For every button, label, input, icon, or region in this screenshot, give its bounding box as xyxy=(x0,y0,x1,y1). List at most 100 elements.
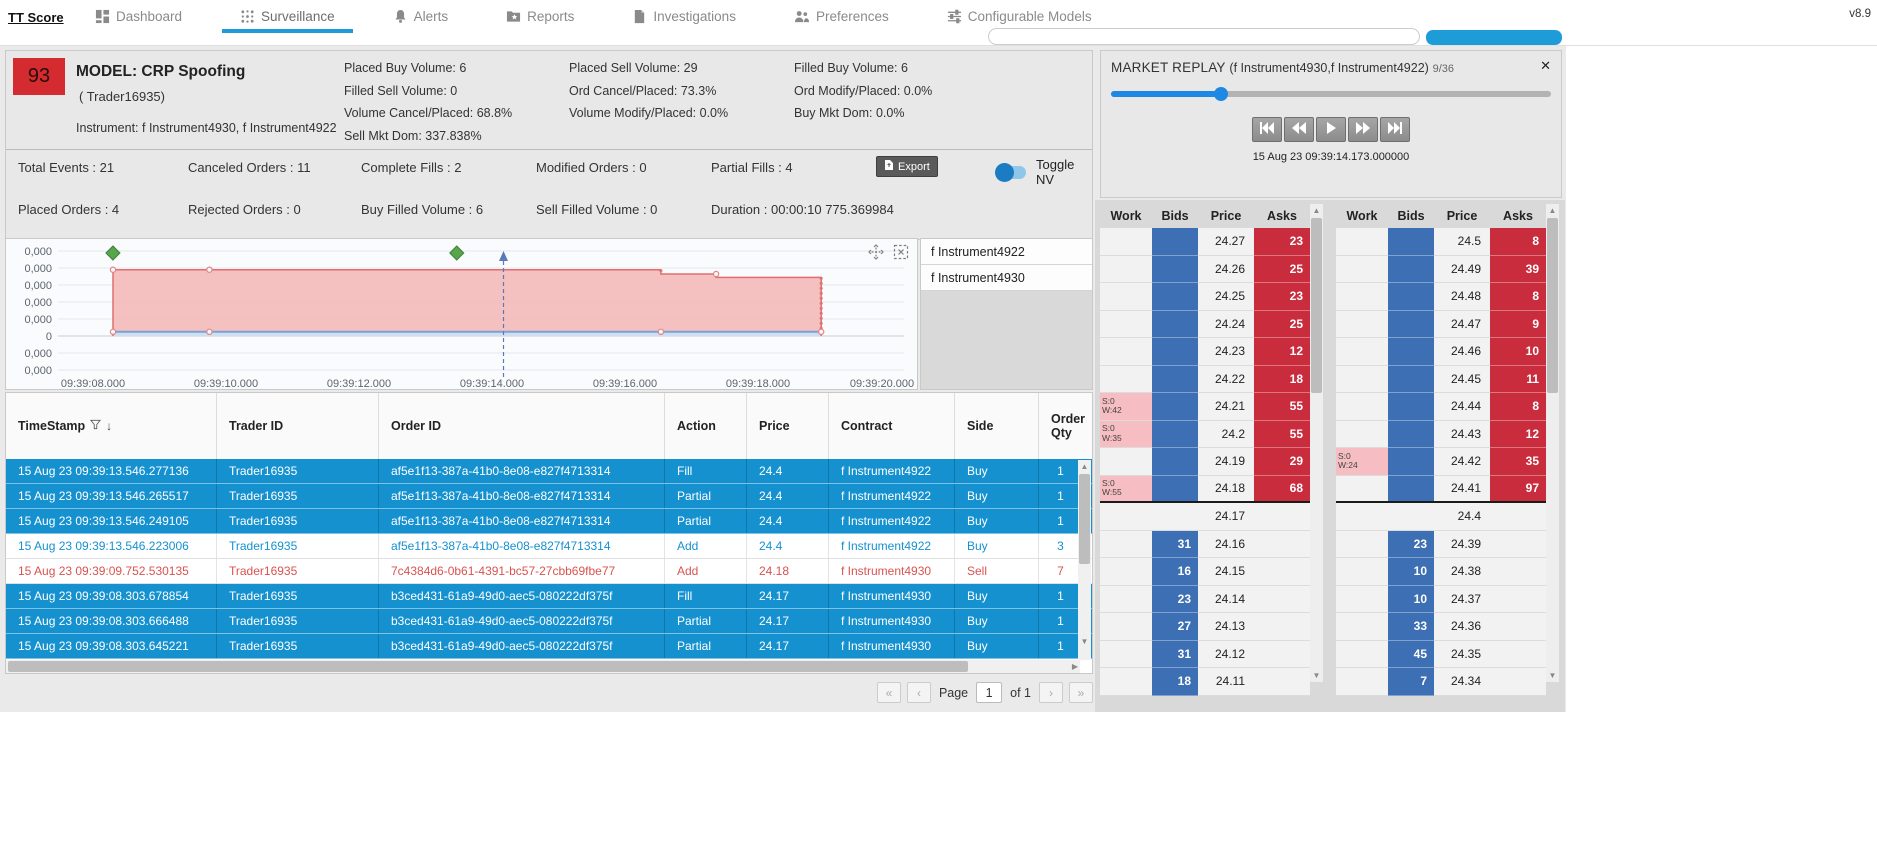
ladder-ask-cell[interactable] xyxy=(1254,668,1310,696)
ladder-price-cell[interactable]: 24.43 xyxy=(1434,421,1490,449)
ladder-ask-cell[interactable] xyxy=(1254,586,1310,614)
table-row[interactable]: 15 Aug 23 09:39:13.546.249105Trader16935… xyxy=(6,509,1092,534)
ladder-bid-cell[interactable]: 10 xyxy=(1388,586,1434,614)
ladder-bid-cell[interactable]: 18 xyxy=(1152,668,1198,696)
ladder-ask-cell[interactable] xyxy=(1254,613,1310,641)
ladder-bid-cell[interactable] xyxy=(1388,228,1434,256)
ladder-row[interactable]: 24.58 xyxy=(1336,228,1546,256)
ladder-bid-cell[interactable] xyxy=(1388,256,1434,284)
ladder-row[interactable]: 1824.11 xyxy=(1100,668,1310,696)
table-header-action[interactable]: Action xyxy=(664,393,746,459)
scroll-down-icon[interactable]: ▼ xyxy=(1310,669,1323,682)
scroll-up-icon[interactable]: ▲ xyxy=(1546,204,1559,217)
ladder-row[interactable]: 724.34 xyxy=(1336,668,1546,696)
ladder-bid-cell[interactable] xyxy=(1388,311,1434,339)
top-blue-button[interactable] xyxy=(1426,30,1562,45)
ladder-row[interactable]: 24.479 xyxy=(1336,311,1546,339)
nav-tab-dashboard[interactable]: Dashboard xyxy=(95,0,182,33)
ladder-row[interactable]: 24.4511 xyxy=(1336,366,1546,394)
ladder-ask-cell[interactable] xyxy=(1490,586,1546,614)
top-search-input[interactable] xyxy=(988,28,1420,45)
ladder-bid-cell[interactable] xyxy=(1152,421,1198,449)
ladder-ask-cell[interactable] xyxy=(1254,531,1310,559)
ladder-price-cell[interactable]: 24.34 xyxy=(1434,668,1490,696)
ladder-row[interactable]: 24.2218 xyxy=(1100,366,1310,394)
table-row[interactable]: 15 Aug 23 09:39:09.752.530135Trader16935… xyxy=(6,559,1092,584)
ladder-bid-cell[interactable]: 7 xyxy=(1388,668,1434,696)
ladder-bid-cell[interactable] xyxy=(1388,448,1434,476)
ladder-price-cell[interactable]: 24.16 xyxy=(1198,531,1254,559)
ladder-row[interactable]: S:0W:2424.4235 xyxy=(1336,448,1546,476)
nav-tab-preferences[interactable]: Preferences xyxy=(794,0,889,33)
ladder-row[interactable]: 2324.14 xyxy=(1100,586,1310,614)
ladder-row[interactable]: 24.4 xyxy=(1336,503,1546,531)
ladder-row[interactable]: 24.4312 xyxy=(1336,421,1546,449)
ladder-price-cell[interactable]: 24.25 xyxy=(1198,283,1254,311)
table-horizontal-scrollbar[interactable]: ▶ xyxy=(6,660,1080,673)
zoom-reset-icon[interactable] xyxy=(893,244,909,265)
ladder-row[interactable]: 3124.12 xyxy=(1100,641,1310,669)
ladder-ask-cell[interactable]: 12 xyxy=(1254,338,1310,366)
table-header-side[interactable]: Side xyxy=(954,393,1038,459)
ladder-bid-cell[interactable] xyxy=(1388,393,1434,421)
table-header-timestamp[interactable]: TimeStamp↓ xyxy=(6,393,216,459)
ladder-price-cell[interactable]: 24.17 xyxy=(1198,503,1254,531)
ladder-ask-cell[interactable] xyxy=(1490,531,1546,559)
ladder-bid-cell[interactable]: 31 xyxy=(1152,641,1198,669)
ladder-bid-cell[interactable]: 33 xyxy=(1388,613,1434,641)
ladder-bid-cell[interactable] xyxy=(1152,393,1198,421)
ladder-price-cell[interactable]: 24.48 xyxy=(1434,283,1490,311)
exposure-chart[interactable]: 0,0000,0000,0000,0000,00000,0000,00009:3… xyxy=(6,239,917,396)
ladder-row[interactable]: 2324.39 xyxy=(1336,531,1546,559)
ladder-row[interactable]: S:0W:5524.1868 xyxy=(1100,476,1310,504)
ladder-bid-cell[interactable]: 10 xyxy=(1388,558,1434,586)
pan-icon[interactable] xyxy=(868,244,884,265)
nav-tab-alerts[interactable]: Alerts xyxy=(393,0,449,33)
ladder-ask-cell[interactable]: 25 xyxy=(1254,256,1310,284)
ladder-ask-cell[interactable]: 29 xyxy=(1254,448,1310,476)
table-header-order-qty[interactable]: Order Qty xyxy=(1038,393,1082,459)
ladder-row[interactable]: 1024.38 xyxy=(1336,558,1546,586)
ladder-row[interactable]: 24.2625 xyxy=(1100,256,1310,284)
skip-to-end-button[interactable] xyxy=(1380,117,1410,142)
table-header-contract[interactable]: Contract xyxy=(828,393,954,459)
ladder-ask-cell[interactable]: 35 xyxy=(1490,448,1546,476)
table-row[interactable]: 15 Aug 23 09:39:08.303.666488Trader16935… xyxy=(6,609,1092,634)
scroll-down-icon[interactable]: ▼ xyxy=(1546,669,1559,682)
table-row[interactable]: 15 Aug 23 09:39:13.546.265517Trader16935… xyxy=(6,484,1092,509)
slider-thumb[interactable] xyxy=(1214,87,1228,101)
ladder-ask-cell[interactable]: 9 xyxy=(1490,311,1546,339)
first-page-button[interactable]: « xyxy=(877,682,901,703)
ladder-bid-cell[interactable]: 27 xyxy=(1152,613,1198,641)
ladder-bid-cell[interactable] xyxy=(1152,256,1198,284)
ladder-row[interactable]: 1624.15 xyxy=(1100,558,1310,586)
ladder2-scrollbar[interactable]: ▲ ▼ xyxy=(1546,204,1559,682)
ladder-price-cell[interactable]: 24.19 xyxy=(1198,448,1254,476)
ladder-price-cell[interactable]: 24.2 xyxy=(1198,421,1254,449)
table-row[interactable]: 15 Aug 23 09:39:13.546.277136Trader16935… xyxy=(6,459,1092,484)
instrument-list-item[interactable]: f Instrument4930 xyxy=(921,265,1092,291)
ladder-row[interactable]: S:0W:4224.2155 xyxy=(1100,393,1310,421)
ladder-bid-cell[interactable] xyxy=(1152,338,1198,366)
ladder1-scrollbar[interactable]: ▲ ▼ xyxy=(1310,204,1323,682)
ladder-price-cell[interactable]: 24.13 xyxy=(1198,613,1254,641)
ladder-bid-cell[interactable]: 45 xyxy=(1388,641,1434,669)
ladder-bid-cell[interactable] xyxy=(1388,283,1434,311)
ladder-row[interactable]: 24.2312 xyxy=(1100,338,1310,366)
ladder-row[interactable]: 24.17 xyxy=(1100,503,1310,531)
ladder-bid-cell[interactable]: 16 xyxy=(1152,558,1198,586)
replay-slider[interactable] xyxy=(1111,91,1551,97)
ladder-price-cell[interactable]: 24.36 xyxy=(1434,613,1490,641)
instrument-list-item[interactable]: f Instrument4922 xyxy=(921,239,1092,265)
ladder-price-cell[interactable]: 24.39 xyxy=(1434,531,1490,559)
ladder-ask-cell[interactable]: 8 xyxy=(1490,228,1546,256)
ladder-ask-cell[interactable] xyxy=(1490,641,1546,669)
ladder-price-cell[interactable]: 24.11 xyxy=(1198,668,1254,696)
ladder-bid-cell[interactable] xyxy=(1152,311,1198,339)
ladder-price-cell[interactable]: 24.44 xyxy=(1434,393,1490,421)
ladder-ask-cell[interactable]: 12 xyxy=(1490,421,1546,449)
ladder-ask-cell[interactable]: 18 xyxy=(1254,366,1310,394)
ladder-ask-cell[interactable] xyxy=(1254,641,1310,669)
brand-tt-score[interactable]: TT Score xyxy=(8,10,64,25)
prev-page-button[interactable]: ‹ xyxy=(907,682,931,703)
